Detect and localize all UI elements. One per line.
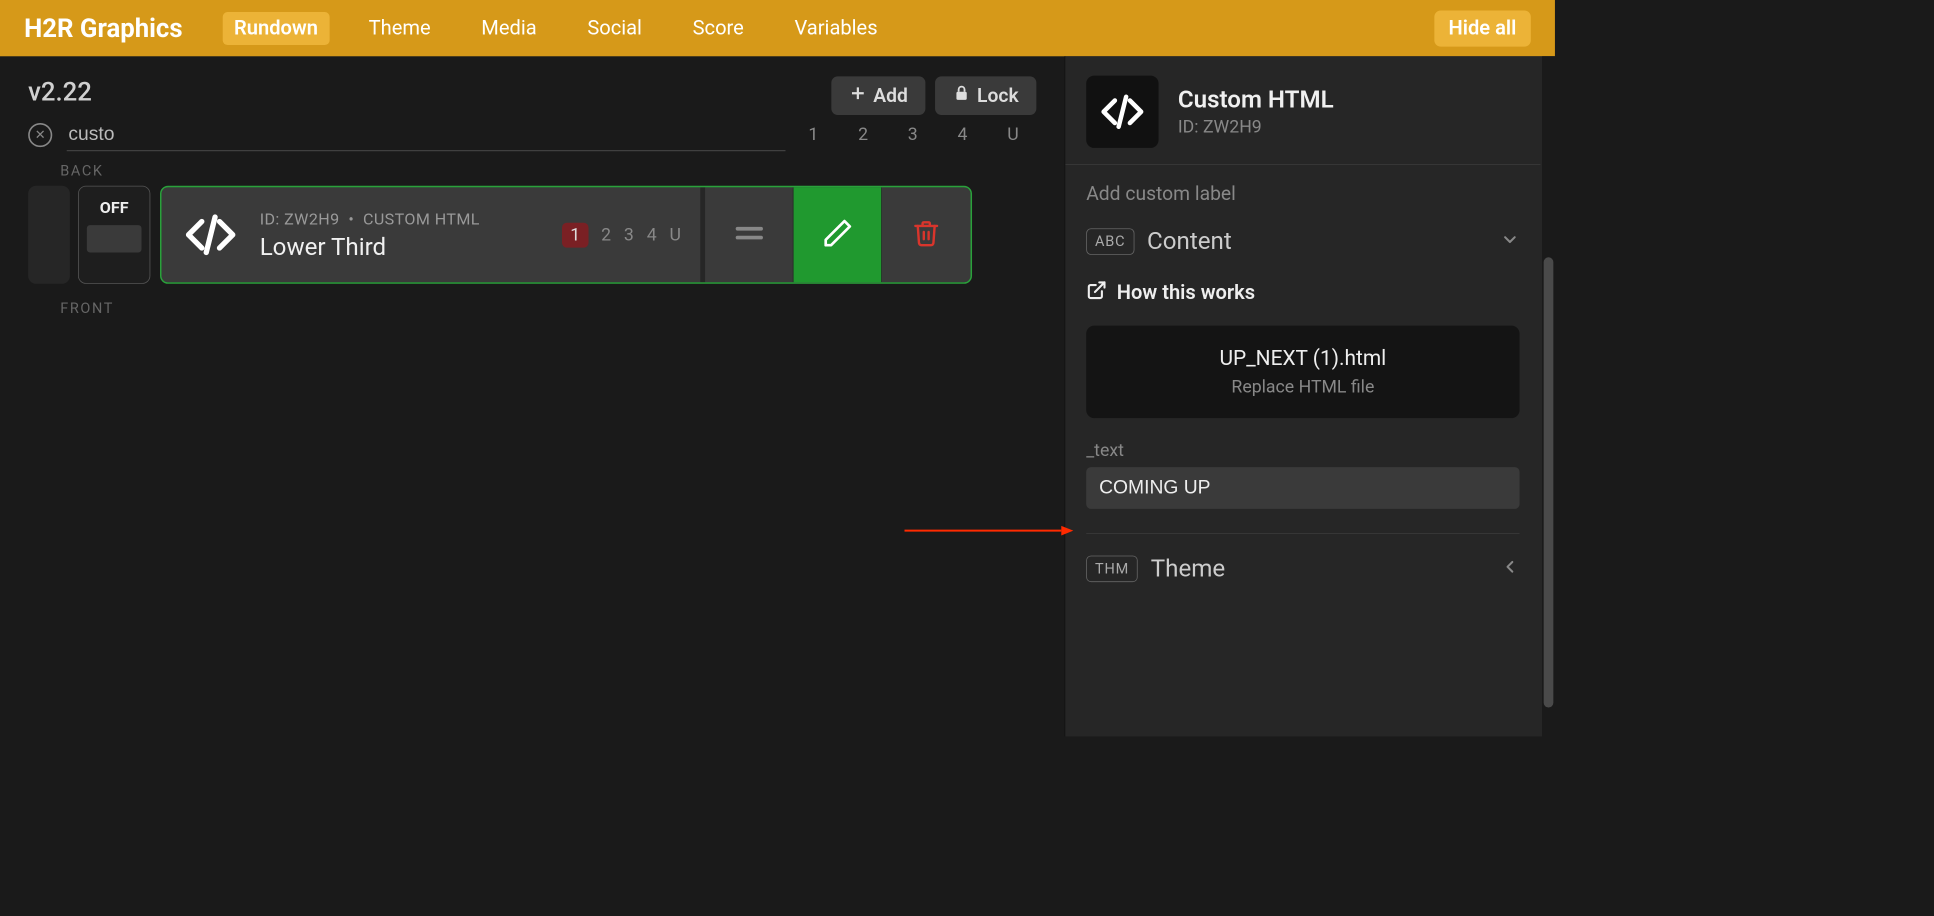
chip-empty[interactable]	[28, 186, 70, 284]
layer-1-badge[interactable]: 1	[562, 222, 588, 247]
nav-social[interactable]: Social	[576, 12, 653, 45]
lock-button[interactable]: Lock	[935, 76, 1036, 115]
annotation-arrow	[905, 523, 1074, 539]
layer-u[interactable]: U	[670, 225, 681, 245]
nav-score[interactable]: Score	[681, 12, 755, 45]
off-toggle[interactable]: OFF	[78, 186, 150, 284]
edit-button[interactable]	[794, 187, 882, 282]
plus-icon	[849, 84, 867, 107]
add-button[interactable]: Add	[831, 76, 925, 115]
layer-2[interactable]: 2	[601, 225, 611, 245]
section-front-label: FRONT	[60, 300, 1036, 317]
html-file-dropzone[interactable]: UP_NEXT (1).html Replace HTML file	[1086, 326, 1519, 418]
theme-accordion[interactable]: THM Theme	[1086, 555, 1519, 583]
scrollbar-thumb[interactable]	[1544, 257, 1554, 707]
file-name: UP_NEXT (1).html	[1107, 347, 1499, 371]
nav-variables[interactable]: Variables	[783, 12, 889, 45]
how-this-works-label: How this works	[1117, 281, 1255, 304]
nav-theme[interactable]: Theme	[357, 12, 442, 45]
file-sub-label: Replace HTML file	[1107, 377, 1499, 397]
custom-label-input[interactable]: Add custom label	[1086, 183, 1519, 206]
close-icon: ✕	[35, 127, 46, 142]
add-button-label: Add	[873, 84, 908, 107]
rundown-item-meta: ID: ZW2H9 • CUSTOM HTML	[260, 209, 543, 228]
panel-type-icon	[1086, 76, 1158, 148]
abc-badge: ABC	[1086, 228, 1134, 255]
clear-search-button[interactable]: ✕	[28, 123, 52, 147]
section-back-label: BACK	[60, 162, 1036, 179]
layer-header: 1 2 3 4 U	[808, 125, 1036, 145]
text-field-label: _text	[1086, 441, 1519, 461]
app-logo: H2R Graphics	[24, 13, 182, 44]
chevron-down-icon	[1500, 230, 1519, 254]
content-accordion-title: Content	[1147, 228, 1487, 256]
scrollbar-track	[1542, 56, 1555, 736]
content-accordion[interactable]: ABC Content	[1086, 228, 1519, 256]
external-link-icon	[1086, 280, 1107, 307]
delete-button[interactable]	[882, 187, 970, 282]
off-preview	[87, 225, 142, 252]
text-field[interactable]	[1086, 467, 1519, 509]
off-label: OFF	[79, 198, 150, 217]
code-icon	[181, 205, 240, 264]
properties-panel: Custom HTML ID: ZW2H9 Add custom label A…	[1064, 56, 1554, 736]
layer-3[interactable]: 3	[624, 225, 634, 245]
nav-media[interactable]: Media	[470, 12, 548, 45]
layer-badges: 1 2 3 4 U	[562, 222, 681, 247]
chevron-left-icon	[1500, 557, 1519, 581]
layer-4[interactable]: 4	[647, 225, 657, 245]
main-nav: Rundown Theme Media Social Score Variabl…	[223, 12, 1434, 45]
nav-rundown[interactable]: Rundown	[223, 12, 329, 45]
lock-button-label: Lock	[977, 84, 1019, 107]
rundown-item[interactable]: ID: ZW2H9 • CUSTOM HTML Lower Third 1 2 …	[160, 186, 972, 284]
panel-id: ID: ZW2H9	[1178, 117, 1334, 137]
trash-icon	[912, 219, 941, 251]
drag-icon	[731, 215, 766, 254]
lock-icon	[953, 84, 971, 107]
search-input[interactable]	[67, 118, 786, 151]
thm-badge: THM	[1086, 556, 1138, 583]
panel-title: Custom HTML	[1178, 86, 1334, 114]
theme-accordion-title: Theme	[1151, 555, 1488, 583]
how-this-works-link[interactable]: How this works	[1086, 280, 1519, 307]
hide-all-button[interactable]: Hide all	[1434, 10, 1531, 46]
pencil-icon	[821, 217, 853, 252]
drag-handle[interactable]	[705, 187, 793, 282]
rundown-item-title: Lower Third	[260, 233, 543, 261]
